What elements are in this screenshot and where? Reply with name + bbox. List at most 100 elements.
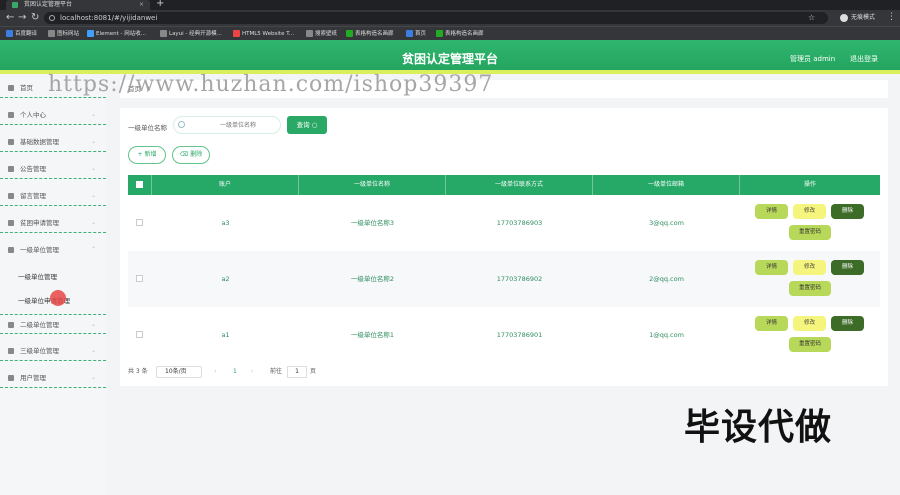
sidebar-item-message[interactable]: 留言管理 ⌄: [0, 186, 106, 206]
delete-row-button[interactable]: 删除: [831, 316, 864, 331]
menu-icon[interactable]: ⋮: [887, 12, 896, 22]
reset-password-button[interactable]: 重置密码: [789, 225, 831, 240]
cell-name: 一级单位名称3: [350, 219, 395, 227]
column-header: 一级单位联系方式: [446, 175, 593, 195]
reset-password-button[interactable]: 重置密码: [789, 281, 831, 296]
row-checkbox[interactable]: [136, 219, 143, 226]
html5-icon: [233, 30, 240, 37]
delete-row-button[interactable]: 删除: [831, 204, 864, 219]
bookmark-item[interactable]: 首页: [406, 29, 426, 39]
sidebar-item-profile[interactable]: 个人中心 ⌄: [0, 105, 106, 125]
element-icon: [87, 30, 94, 37]
row-checkbox[interactable]: [136, 275, 143, 282]
bookmark-item[interactable]: Element - 网站收...: [87, 29, 146, 39]
grid-icon: [8, 166, 14, 172]
new-tab-icon[interactable]: +: [156, 0, 164, 9]
chevron-down-icon: ⌄: [90, 219, 96, 226]
row-checkbox[interactable]: [136, 331, 143, 338]
plus-icon: +: [137, 151, 143, 158]
sidebar-subitem-level1-manage[interactable]: 一级单位管理: [18, 271, 57, 281]
detail-button[interactable]: 详情: [755, 260, 788, 275]
bookmark-item[interactable]: 表格构造名画廊: [346, 29, 394, 39]
bookmark-item[interactable]: 图标网站: [48, 29, 79, 39]
chevron-down-icon: ⌄: [90, 321, 96, 328]
bookmark-item[interactable]: 搜索壁纸: [306, 29, 337, 39]
search-input[interactable]: [173, 116, 281, 134]
edit-button[interactable]: 修改: [793, 316, 826, 331]
profile-button[interactable]: 无痕模式: [840, 12, 875, 24]
bookmark-star-icon[interactable]: ☆: [808, 13, 815, 22]
url-input[interactable]: localhost:8081/#/yijidanwei: [44, 12, 828, 24]
sidebar-item-users[interactable]: 用户管理 ⌄: [0, 368, 106, 388]
delete-button[interactable]: ⌫ 删除: [172, 146, 210, 164]
back-icon[interactable]: ←: [6, 12, 14, 24]
add-button[interactable]: + 新增: [128, 146, 166, 164]
logout-button[interactable]: 退出登录: [850, 54, 878, 64]
avatar: [840, 13, 848, 22]
delete-row-button[interactable]: 删除: [831, 260, 864, 275]
trash-icon: ⌫: [179, 151, 189, 158]
cell-phone: 17703786902: [496, 275, 543, 283]
reset-password-button[interactable]: 重置密码: [789, 337, 831, 352]
sidebar-item-level1[interactable]: 一级单位管理 ⌃: [0, 240, 106, 260]
column-header: 一级单位邮箱: [593, 175, 740, 195]
sidebar-item-base-data[interactable]: 基础数据管理 ⌄: [0, 132, 106, 152]
page-title: 贫困认定管理平台: [401, 52, 498, 66]
cell-account: a1: [221, 331, 230, 339]
chevron-down-icon: ⌄: [90, 374, 96, 381]
bookmark-item[interactable]: 百度翻译: [6, 29, 37, 39]
cell-name: 一级单位名称2: [350, 275, 395, 283]
home-icon: [8, 85, 14, 91]
layui-icon: [160, 30, 167, 37]
select-all-checkbox[interactable]: [136, 181, 143, 188]
translate-icon: [6, 30, 13, 37]
browser-tabbar: 贫困认定管理平台 × +: [0, 0, 900, 10]
table-header: 账户 一级单位名称 一级单位联系方式 一级单位邮箱 操作: [128, 175, 880, 195]
goto-page-input[interactable]: 1: [287, 366, 307, 378]
search-icon: [178, 121, 185, 128]
page-number[interactable]: 1: [233, 366, 237, 378]
chevron-down-icon: ⌄: [90, 111, 96, 118]
info-icon[interactable]: [49, 15, 55, 21]
sidebar-item-level2[interactable]: 二级单位管理 ⌄: [0, 314, 106, 334]
reload-icon[interactable]: ↻: [31, 12, 39, 24]
detail-button[interactable]: 详情: [755, 316, 788, 331]
user-icon: [8, 247, 14, 253]
next-page-icon[interactable]: ›: [251, 366, 253, 378]
sidebar-item-level3[interactable]: 三级单位管理 ⌄: [0, 341, 106, 361]
bookmark-icon: [406, 30, 413, 37]
cell-phone: 17703786903: [496, 219, 543, 227]
calendar-icon: [8, 220, 14, 226]
bookmark-icon: [306, 30, 313, 37]
search-icon: ○: [311, 121, 318, 129]
detail-button[interactable]: 详情: [755, 204, 788, 219]
user-icon: [8, 348, 14, 354]
user-icon: [8, 112, 14, 118]
page-size-select[interactable]: 10条/页: [156, 366, 202, 378]
watermark-text: https://www.huzhan.com/ishop39397: [48, 72, 494, 97]
browser-tab[interactable]: 贫困认定管理平台 ×: [6, 0, 150, 10]
table-row: a3 一级单位名称3 17703786903 3@qq.com 详情 修改 删除…: [128, 195, 880, 251]
chevron-down-icon: ⌄: [90, 347, 96, 354]
close-icon[interactable]: ×: [139, 0, 144, 10]
bookmarks-bar: 百度翻译 图标网站 Element - 网站收... Layui - 经典开源模…: [0, 26, 900, 40]
query-button[interactable]: 查询 ○: [287, 116, 327, 134]
sidebar-item-poverty-apply[interactable]: 贫困申请管理 ⌄: [0, 213, 106, 233]
list-icon: [8, 139, 14, 145]
bookmark-item[interactable]: 表格构造名画廊: [436, 29, 484, 39]
header-checkbox-cell: [128, 175, 152, 195]
chevron-down-icon: ⌄: [90, 138, 96, 145]
bookmark-item[interactable]: Layui - 经典开源模...: [160, 29, 222, 39]
promo-text: 毕设代做: [684, 407, 833, 448]
edit-button[interactable]: 修改: [793, 204, 826, 219]
sidebar-item-notice[interactable]: 公告管理 ⌄: [0, 159, 106, 179]
bookmark-item[interactable]: HTML5 Website T...: [233, 29, 294, 39]
prev-page-icon[interactable]: ‹: [214, 366, 216, 378]
bookmark-icon: [436, 30, 443, 37]
search-label: 一级单位名称: [128, 124, 167, 132]
column-header: 一级单位名称: [299, 175, 446, 195]
edit-button[interactable]: 修改: [793, 260, 826, 275]
building-icon: [8, 322, 14, 328]
forward-icon[interactable]: →: [18, 12, 26, 24]
goto-label: 前往: [270, 368, 283, 375]
